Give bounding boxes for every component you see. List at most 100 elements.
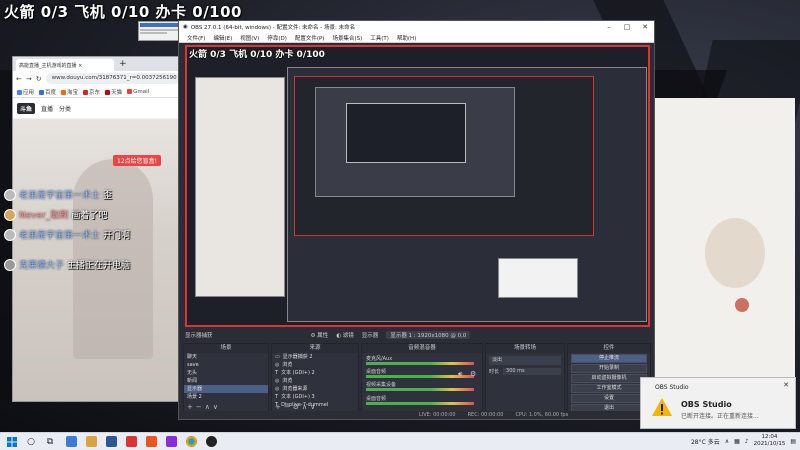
menu-view[interactable]: 视图(V) (240, 34, 259, 42)
menu-profile[interactable]: 配置文件(P) (295, 34, 325, 42)
studio-mode-button[interactable]: 工作室模式 (571, 384, 647, 393)
browser-icon: ◎ (275, 362, 280, 368)
minimize-icon[interactable]: – (600, 23, 618, 31)
volume-icon[interactable]: 🔊︎ (458, 370, 462, 379)
obs-taskbar-icon[interactable] (206, 436, 217, 447)
obs-app-icon: ◉ (183, 24, 188, 30)
transition-select[interactable]: 淡出 (489, 356, 561, 365)
properties-button[interactable]: ⚙ 属性 (311, 331, 329, 339)
bookmark-taobao[interactable]: 淘宝 (61, 88, 78, 96)
menu-scene-collection[interactable]: 场景集合(S) (332, 34, 362, 42)
scene-item-selected[interactable]: 显示器 (184, 385, 268, 393)
source-item[interactable]: ▭ 显示器捕获 2 (272, 353, 358, 361)
duration-field[interactable]: 300 ms (503, 368, 561, 375)
new-tab-icon[interactable]: + (119, 59, 127, 69)
obs-window[interactable]: ◉ OBS 27.0.1 (64-bit, windows) - 配置文件: 未… (178, 20, 655, 420)
scene-item[interactable]: 聊天 (184, 353, 268, 361)
close-icon[interactable]: ✕ (636, 23, 654, 31)
start-recording-button[interactable]: 开始录制 (571, 364, 647, 373)
bookmark-baidu[interactable]: 百度 (39, 88, 56, 96)
scene-item[interactable]: 新闻 (184, 377, 268, 385)
preview-mirror-level4 (346, 103, 466, 163)
chrome-icon[interactable] (186, 436, 197, 447)
chat-text: 画着了吧 (71, 211, 108, 221)
bookmark-jd[interactable]: 京东 (83, 88, 100, 96)
source-item[interactable]: ◎ 浏览 (272, 377, 358, 385)
bookmark-tmall[interactable]: 天猫 (105, 88, 122, 96)
forward-icon[interactable]: → (26, 75, 32, 83)
sources-dock: 来源 ▭ 显示器捕获 2 ◎ 浏览 T 文本 (GDI+) 2 ◎ 浏览 ◎ 浏览器来源 … (271, 343, 359, 413)
gear-icon[interactable]: ⚙ (470, 370, 476, 378)
preview-mirror-level3 (315, 87, 515, 197)
network-icon[interactable]: ▦ (734, 438, 740, 445)
tab-title: 高能直播_主机游戏的直播 × (19, 62, 83, 69)
source-item[interactable]: T 文本 (GDI+) 2 (272, 369, 358, 377)
nav-live[interactable]: 直播 (41, 104, 53, 113)
menu-docks[interactable]: 停靠(D) (267, 34, 287, 42)
toast-message: 已断开连接。正在重新连接... (681, 413, 759, 420)
cpu-status: CPU: 1.0%, 60.00 fps (515, 412, 569, 418)
site-header: 斗鱼 直播 分类 (13, 98, 183, 118)
close-icon[interactable]: ✕ (783, 381, 789, 389)
obs-menubar: 文件(F) 编辑(E) 视图(V) 停靠(D) 配置文件(P) 场景集合(S) … (179, 33, 654, 43)
gift-hint: 12点给您盲盒! (113, 155, 162, 166)
file-explorer-icon[interactable] (86, 436, 97, 447)
maximize-icon[interactable]: □ (618, 23, 636, 31)
bookmark-apps[interactable]: 应用 (17, 88, 34, 96)
source-item[interactable]: T 文本 (GDI+) 3 (272, 393, 358, 401)
taskbar-app-icon[interactable] (166, 436, 177, 447)
scenes-controls[interactable]: +−∧∨ (187, 403, 221, 411)
bookmark-gmail[interactable]: Gmail (127, 88, 149, 95)
mixer-meter (366, 402, 474, 405)
taskbar-app-icon[interactable] (106, 436, 117, 447)
chat-message: 老弟是宇宙第一术士 歪 (4, 188, 112, 201)
menu-tools[interactable]: 工具(T) (370, 34, 389, 42)
notification-center-icon[interactable]: ▤ (790, 438, 796, 445)
taskbar-app-icon[interactable] (66, 436, 77, 447)
taskbar-app-icon[interactable] (126, 436, 137, 447)
mixer-meter (366, 388, 474, 391)
avatar (4, 188, 16, 201)
scene-item[interactable]: save (184, 361, 268, 369)
menu-edit[interactable]: 编辑(E) (213, 34, 232, 42)
toast-title: OBS Studio (681, 400, 732, 409)
back-icon[interactable]: ← (16, 75, 22, 83)
stop-streaming-button[interactable]: 停止推流 (571, 354, 647, 363)
browser-tabbar: 高能直播_主机游戏的直播 × + (13, 57, 183, 71)
taskbar-app-icon[interactable] (146, 436, 157, 447)
mixer-meter (366, 362, 474, 365)
taskbar: ○ ⧉ 28°C 多云 ∧ ▦ ♪ 12:04 2021/10/15 ▤ (0, 432, 800, 450)
tray-chevron-icon[interactable]: ∧ (725, 438, 729, 445)
source-item[interactable]: ◎ 浏览 (272, 361, 358, 369)
search-icon[interactable]: ○ (24, 436, 38, 448)
menu-help[interactable]: 帮助(H) (397, 34, 416, 42)
task-view-icon[interactable]: ⧉ (43, 436, 57, 448)
clock[interactable]: 12:04 2021/10/15 (754, 434, 786, 448)
site-logo[interactable]: 斗鱼 (17, 102, 36, 114)
url-field[interactable]: www.douyu.com/31876371_r=0.0037256190 (45, 73, 180, 84)
source-item[interactable]: ◎ 浏览器来源 (272, 385, 358, 393)
scene-item[interactable]: 无头 (184, 369, 268, 377)
windows-start-icon[interactable] (5, 436, 19, 448)
filters-button[interactable]: ◐ 滤镜 (336, 331, 354, 339)
preview-mirror-browser (195, 77, 285, 297)
avatar (4, 258, 16, 271)
avatar (4, 208, 16, 221)
reload-icon[interactable]: ↻ (36, 75, 42, 83)
scene-item[interactable]: 场景 2 (184, 393, 268, 401)
obs-preview[interactable]: 火箭 0/3 飞机 0/10 办卡 0/100 (185, 45, 650, 327)
weather-text[interactable]: 28°C 多云 (691, 437, 720, 446)
settings-button[interactable]: 设置 (571, 394, 647, 403)
notification-toast[interactable]: OBS Studio ✕ OBS Studio 已断开连接。正在重新连接... (640, 377, 796, 429)
nav-category[interactable]: 分类 (59, 104, 71, 113)
chat-text: 主播正在开电脑 (67, 261, 131, 271)
toast-app-name: OBS Studio (655, 384, 689, 391)
volume-icon[interactable]: ♪ (745, 438, 749, 445)
start-virtual-camera-button[interactable]: 启动虚拟摄像机 (571, 374, 647, 383)
menu-file[interactable]: 文件(F) (187, 34, 205, 42)
display-select[interactable]: 显示器 1 : 1920x1080 @ 0,0 (386, 331, 471, 339)
text-icon: T (275, 370, 279, 376)
sources-controls[interactable]: +−⚙∧∨ (275, 403, 318, 411)
background-obs-window[interactable] (138, 21, 180, 41)
browser-tab[interactable]: 高能直播_主机游戏的直播 × (16, 59, 114, 71)
